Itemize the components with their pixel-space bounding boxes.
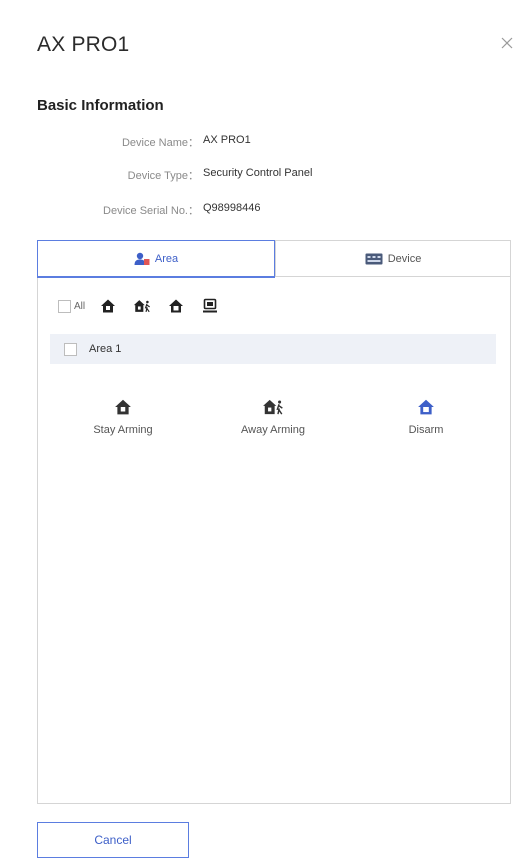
disarm-button[interactable]: Disarm [371, 396, 481, 436]
basic-information-heading: Basic Information [37, 97, 164, 114]
device-type-value: Security Control Panel [203, 167, 313, 179]
device-serial-value: Q98998446 [203, 202, 261, 214]
device-name-label: Device Name： [121, 137, 199, 149]
tab-device[interactable]: Device [275, 241, 510, 277]
tab-area-label: Area [154, 252, 179, 265]
tab-area[interactable]: Area [37, 240, 275, 278]
device-panel-icon [365, 253, 383, 265]
area-toolbar: All [58, 296, 235, 316]
device-name-value: AX PRO1 [203, 134, 251, 146]
select-all-label: All [74, 300, 86, 312]
disarm-icon [417, 396, 435, 418]
area-label: Area 1 [89, 343, 122, 355]
area-row[interactable]: Area 1 [50, 334, 496, 364]
cancel-button[interactable]: Cancel [37, 822, 189, 858]
away-arm-icon [262, 396, 284, 418]
away-arming-button[interactable]: Away Arming [218, 396, 328, 436]
disarm-icon[interactable] [167, 297, 185, 315]
area-checkbox[interactable] [64, 342, 77, 356]
select-all-checkbox[interactable] [58, 299, 71, 313]
device-serial-label: Device Serial No.： [103, 205, 199, 217]
area-person-icon [134, 252, 150, 266]
device-detail-panel: AX PRO1 Basic Information Device Name： A… [0, 0, 519, 864]
stay-arm-icon[interactable] [99, 297, 117, 315]
close-icon[interactable] [496, 32, 518, 54]
clear-alarm-icon[interactable] [201, 297, 219, 315]
stay-arming-label: Stay Arming [93, 424, 153, 436]
tab-device-label: Device [387, 253, 422, 265]
tab-bar: Area Device [37, 240, 510, 278]
away-arm-icon[interactable] [133, 297, 151, 315]
device-type-label: Device Type： [127, 170, 199, 182]
away-arming-label: Away Arming [241, 424, 305, 436]
dialog-title: AX PRO1 [37, 33, 130, 56]
disarm-label: Disarm [408, 424, 444, 436]
area-device-tabs-panel: Area Device All Area 1 Stay Arming Away … [37, 240, 511, 804]
stay-arm-icon [114, 396, 132, 418]
stay-arming-button[interactable]: Stay Arming [68, 396, 178, 436]
